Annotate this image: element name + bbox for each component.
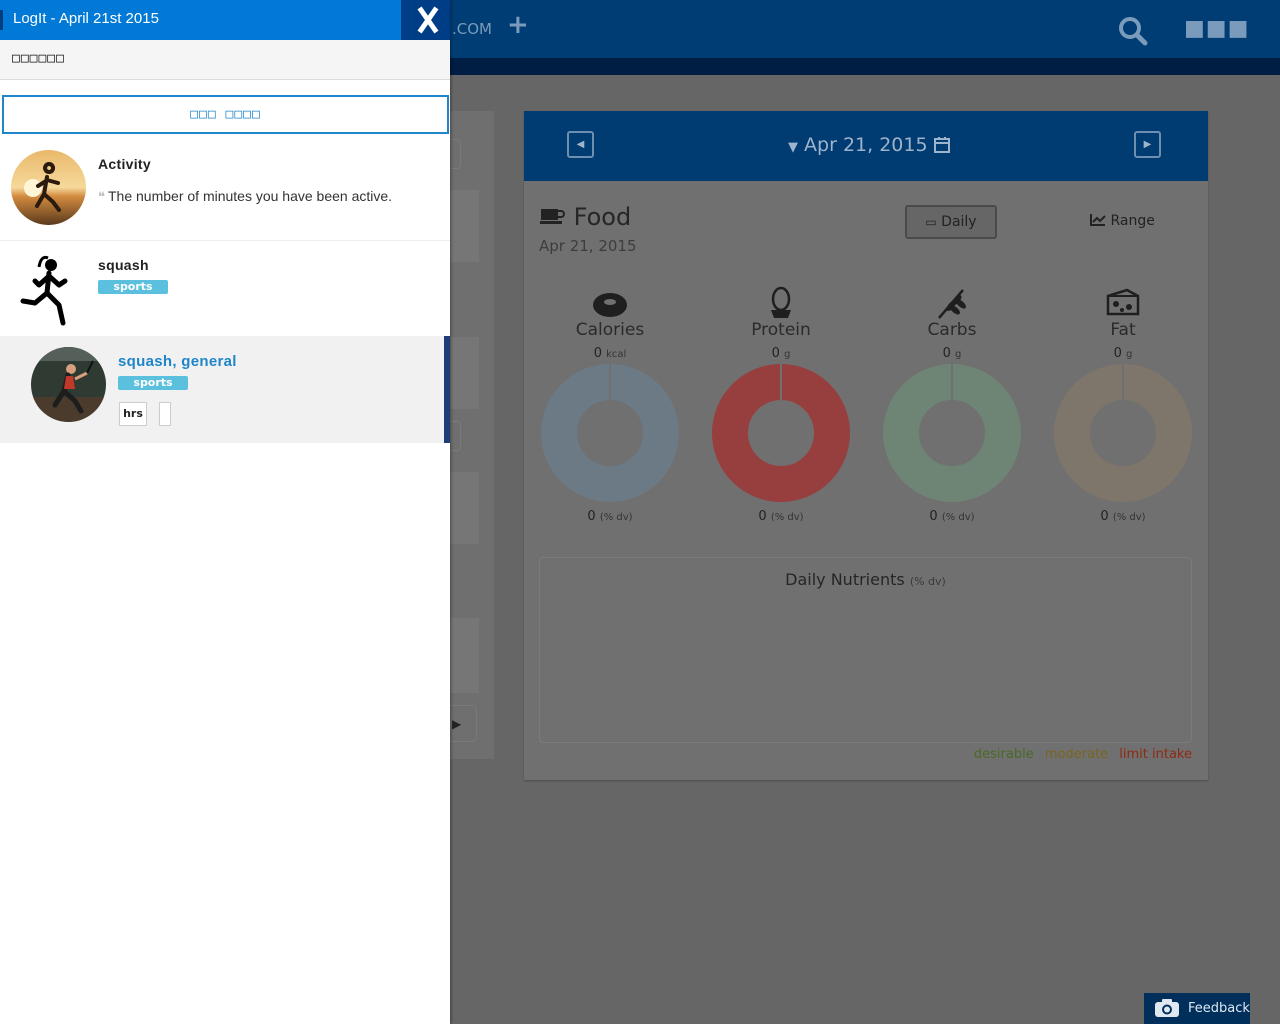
macro-dv: 0 bbox=[587, 509, 596, 524]
macro-value: 0 bbox=[593, 346, 602, 361]
runner-icon bbox=[11, 249, 86, 329]
caret-down-icon: ▼ bbox=[788, 140, 798, 155]
left-panel-block bbox=[450, 337, 479, 409]
list-item-activity[interactable]: Activity ❝ The number of minutes you have… bbox=[0, 136, 450, 241]
food-title: Food bbox=[573, 203, 632, 231]
drawer-subheader: □□□□□□ bbox=[0, 40, 450, 80]
macro-calories: Calories 0 kcal 0 (% dv) bbox=[540, 286, 680, 524]
duration-input[interactable] bbox=[159, 402, 171, 426]
range-button[interactable]: Range bbox=[1090, 213, 1155, 229]
plus-icon[interactable]: + bbox=[507, 10, 529, 40]
macro-dv: 0 bbox=[1100, 509, 1109, 524]
squash-player-avatar bbox=[31, 347, 106, 422]
close-icon bbox=[417, 6, 439, 34]
quote-icon: ❝ bbox=[98, 189, 105, 204]
brand-logo-text[interactable]: .COM bbox=[452, 20, 492, 38]
food-section-title: Food bbox=[540, 203, 631, 231]
left-panel-block bbox=[450, 618, 479, 693]
feedback-label: Feedback bbox=[1188, 1001, 1250, 1016]
date-picker[interactable]: ▼ Apr 21, 2015 bbox=[788, 134, 950, 156]
left-panel-button[interactable] bbox=[450, 421, 461, 451]
carbs-donut-chart bbox=[883, 364, 1021, 502]
squash-title: squash bbox=[98, 257, 149, 273]
drawer-header: LogIt - April 21st 2015 bbox=[0, 0, 450, 40]
macro-protein: Protein 0 g 0 (% dv) bbox=[711, 286, 851, 524]
subheader-text: □□□□□□ bbox=[12, 51, 65, 66]
macro-dv: 0 bbox=[929, 509, 938, 524]
wheat-icon bbox=[882, 286, 1022, 320]
activity-avatar bbox=[11, 150, 86, 225]
bar-chart-icon: ▭ bbox=[925, 215, 937, 229]
camera-icon bbox=[1155, 999, 1179, 1017]
macro-name: Protein bbox=[751, 320, 811, 340]
date-nav-label: Apr 21, 2015 bbox=[804, 134, 928, 156]
macro-name: Carbs bbox=[927, 320, 977, 340]
activity-description-text: The number of minutes you have been acti… bbox=[108, 188, 393, 204]
macro-dv-unit: (% dv) bbox=[599, 512, 633, 523]
daily-label: Daily bbox=[941, 214, 977, 230]
cheese-icon bbox=[1053, 286, 1193, 320]
left-panel-block bbox=[450, 472, 479, 544]
macro-unit: g bbox=[955, 349, 962, 360]
macro-dv: 0 bbox=[758, 509, 767, 524]
daily-nutrients-title: Daily Nutrients (% dv) bbox=[540, 570, 1191, 589]
macro-value: 0 bbox=[771, 346, 780, 361]
nutrients-title-text: Daily Nutrients bbox=[785, 570, 905, 589]
unit-label: hrs bbox=[119, 402, 147, 426]
search-icon[interactable] bbox=[1117, 15, 1149, 51]
macro-dv-unit: (% dv) bbox=[941, 512, 975, 523]
macro-unit: g bbox=[1126, 349, 1133, 360]
calendar-icon bbox=[933, 137, 950, 153]
calories-donut-chart bbox=[541, 364, 679, 502]
donut-food-icon bbox=[540, 286, 680, 320]
daily-nutrients-panel: Daily Nutrients (% dv) bbox=[539, 557, 1192, 743]
feedback-button[interactable]: Feedback bbox=[1144, 993, 1250, 1024]
macro-unit: g bbox=[784, 349, 791, 360]
range-label: Range bbox=[1110, 213, 1155, 229]
legend-limit-intake: limit intake bbox=[1119, 747, 1192, 762]
left-panel-block bbox=[450, 190, 479, 262]
legend-desirable: desirable bbox=[973, 747, 1034, 762]
macro-carbs: Carbs 0 g 0 (% dv) bbox=[882, 286, 1022, 524]
egg-icon bbox=[711, 286, 851, 320]
list-item-squash-general[interactable]: squash, general sports bbox=[0, 336, 450, 443]
next-day-button[interactable]: ▶ bbox=[1134, 131, 1161, 158]
macro-dv-unit: (% dv) bbox=[1112, 512, 1146, 523]
left-panel-next-button[interactable]: ▶ bbox=[450, 705, 477, 742]
protein-donut-chart bbox=[712, 364, 850, 502]
prev-day-button[interactable]: ◀ bbox=[567, 131, 594, 158]
macro-value: 0 bbox=[1113, 346, 1122, 361]
logit-drawer: LogIt - April 21st 2015 □□□□□□ □□□ □□□□ … bbox=[0, 0, 450, 1024]
left-panel-button[interactable] bbox=[450, 139, 461, 169]
more-icon[interactable]: ■■■ bbox=[1184, 16, 1249, 41]
macro-dv-unit: (% dv) bbox=[770, 512, 804, 523]
list-item-squash[interactable]: squash sports bbox=[0, 241, 450, 336]
nutrients-unit: (% dv) bbox=[909, 575, 946, 588]
legend-moderate: moderate bbox=[1044, 747, 1109, 762]
coffee-cup-icon bbox=[540, 209, 565, 224]
line-chart-icon bbox=[1090, 214, 1106, 226]
macro-value: 0 bbox=[942, 346, 951, 361]
activity-title: Activity bbox=[98, 156, 151, 172]
sports-badge: sports bbox=[98, 280, 168, 294]
sports-badge: sports bbox=[118, 376, 188, 390]
squash-general-title: squash, general bbox=[118, 353, 237, 370]
macro-name: Calories bbox=[575, 320, 645, 340]
macro-unit: kcal bbox=[606, 349, 627, 360]
date-navigation-bar: ◀ ▼ Apr 21, 2015 ▶ bbox=[524, 111, 1208, 181]
daily-button[interactable]: ▭ Daily bbox=[905, 205, 997, 239]
drawer-title: LogIt - April 21st 2015 bbox=[13, 10, 159, 27]
macro-name: Fat bbox=[1110, 320, 1136, 340]
close-button[interactable] bbox=[401, 0, 450, 40]
fat-donut-chart bbox=[1054, 364, 1192, 502]
nutrient-legend: desirable moderate limit intake bbox=[967, 747, 1192, 762]
food-date: Apr 21, 2015 bbox=[539, 237, 637, 255]
search-input[interactable]: □□□ □□□□ bbox=[2, 95, 449, 134]
macro-fat: Fat 0 g 0 (% dv) bbox=[1053, 286, 1193, 524]
food-card: ◀ ▼ Apr 21, 2015 ▶ Food Apr 21, 2015 ▭ D… bbox=[524, 111, 1208, 780]
activity-description: ❝ The number of minutes you have been act… bbox=[98, 186, 398, 207]
